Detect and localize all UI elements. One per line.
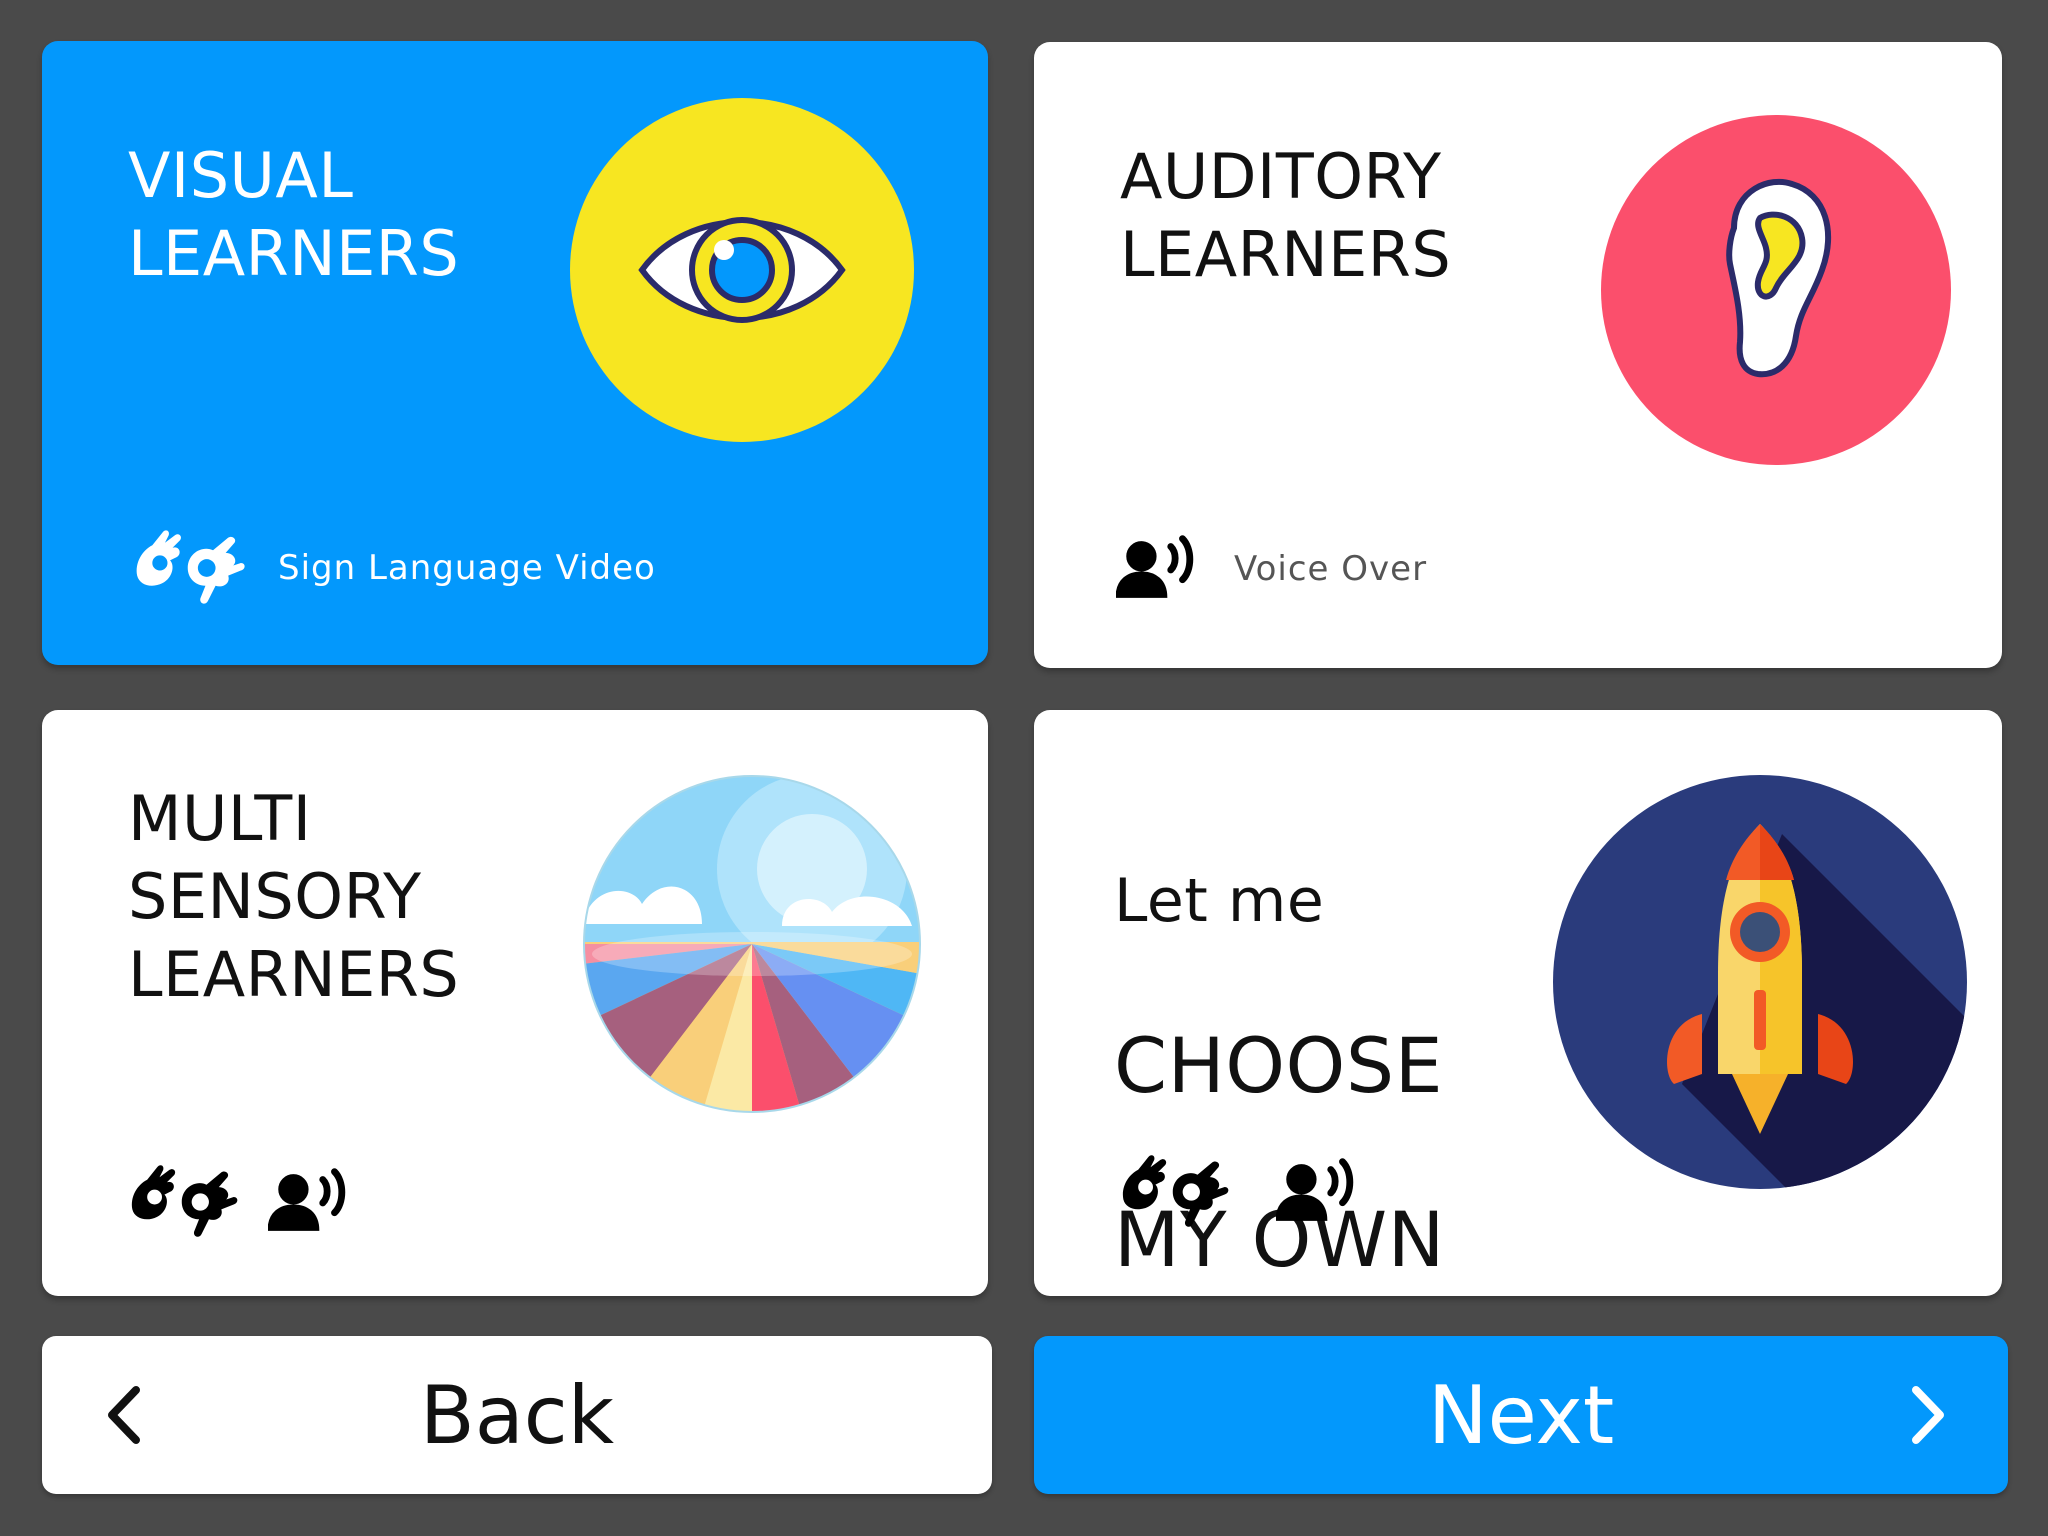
eye-icon <box>570 98 914 442</box>
back-button-label: Back <box>419 1368 615 1462</box>
visual-learners-card[interactable]: VISUAL LEARNERS Sign Language Video <box>42 41 988 665</box>
multi-features <box>124 1160 356 1244</box>
choose-title-line2: CHOOSE <box>1114 1021 1444 1110</box>
landscape-icon <box>583 775 921 1113</box>
visual-learners-title: VISUAL LEARNERS <box>128 139 460 290</box>
next-button-label: Next <box>1427 1368 1615 1462</box>
choose-my-own-card[interactable]: Let me CHOOSE MY OWN <box>1034 710 2002 1296</box>
rocket-icon <box>1553 775 1967 1189</box>
choose-my-own-title: Let me CHOOSE MY OWN <box>1114 784 1445 1366</box>
chevron-left-icon <box>108 1386 140 1444</box>
sign-language-feature[interactable]: Sign Language Video <box>128 525 656 611</box>
sign-language-icon[interactable] <box>124 1160 242 1244</box>
voice-over-label: Voice Over <box>1234 549 1428 589</box>
sign-language-label: Sign Language Video <box>278 548 656 588</box>
multi-sensory-title: MULTI SENSORY LEARNERS <box>128 782 460 1011</box>
multi-sensory-learners-card[interactable]: MULTI SENSORY LEARNERS <box>42 710 988 1296</box>
auditory-learners-title: AUDITORY LEARNERS <box>1120 140 1452 291</box>
voice-over-feature[interactable]: Voice Over <box>1116 534 1427 604</box>
auditory-learners-card[interactable]: AUDITORY LEARNERS Voice Over <box>1034 42 2002 668</box>
chevron-right-icon <box>1912 1386 1944 1444</box>
choose-title-line1: Let me <box>1114 866 1325 936</box>
next-button[interactable]: Next <box>1034 1336 2008 1494</box>
sign-language-icon[interactable] <box>1116 1150 1232 1234</box>
ear-icon <box>1601 115 1951 465</box>
choose-features <box>1116 1150 1364 1234</box>
voice-over-icon <box>1116 534 1204 604</box>
sign-language-icon <box>128 525 250 611</box>
voice-over-icon[interactable] <box>1276 1157 1364 1227</box>
back-button[interactable]: Back <box>42 1336 992 1494</box>
voice-over-icon[interactable] <box>268 1167 356 1237</box>
